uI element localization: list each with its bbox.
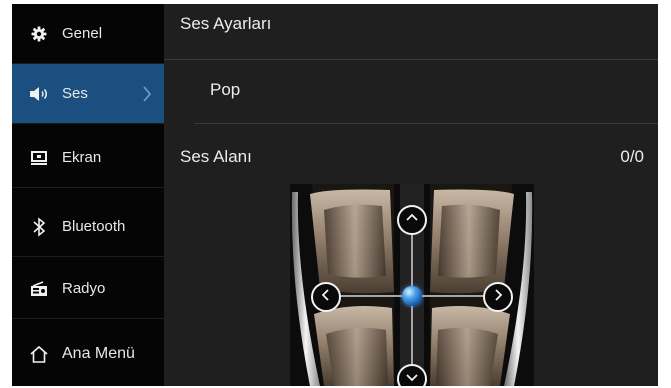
sidebar-item-label: Ana Menü	[62, 345, 135, 362]
sound-field-label: Ses Alanı	[180, 147, 252, 166]
sidebar-item-radyo[interactable]: Radyo	[12, 259, 164, 319]
sound-settings-panel: Ses Ayarları Pop Ses Alanı 0/0	[164, 4, 658, 386]
speaker-icon	[28, 83, 50, 105]
infotainment-screen: Genel Ses Ekran Bluetooth Radyo Ana Menü…	[12, 4, 658, 386]
sidebar-item-label: Ekran	[62, 149, 102, 166]
balance-fader-knob[interactable]	[402, 286, 422, 306]
sidebar-item-bluetooth[interactable]: Bluetooth	[12, 197, 164, 257]
chevron-down-icon	[405, 370, 419, 387]
sidebar-item-genel[interactable]: Genel	[12, 4, 164, 64]
equalizer-preset[interactable]: Pop	[210, 80, 240, 100]
sidebar-item-ses[interactable]: Ses	[12, 64, 164, 124]
sound-field-seat-map[interactable]	[290, 184, 534, 386]
divider	[164, 59, 658, 60]
balance-right-button[interactable]	[483, 282, 513, 312]
sidebar-item-label: Bluetooth	[62, 218, 126, 235]
divider	[194, 123, 658, 124]
sound-field-value: 0/0	[620, 147, 644, 166]
sidebar-item-label: Ses	[62, 85, 88, 102]
screen-icon	[28, 147, 50, 169]
chevron-right-icon	[491, 288, 505, 307]
home-icon	[28, 343, 50, 365]
radio-icon	[28, 278, 50, 300]
balance-up-button[interactable]	[397, 205, 427, 235]
balance-down-button[interactable]	[397, 364, 427, 386]
gear-icon	[28, 23, 50, 45]
balance-left-button[interactable]	[311, 282, 341, 312]
page-title: Ses Ayarları	[180, 14, 272, 33]
chevron-left-icon	[319, 288, 333, 307]
bluetooth-icon	[28, 216, 50, 238]
sidebar-item-ekran[interactable]: Ekran	[12, 128, 164, 188]
sidebar-item-label: Radyo	[62, 280, 106, 297]
sidebar-item-label: Genel	[62, 25, 103, 42]
settings-sidebar: Genel Ses Ekran Bluetooth Radyo Ana Menü	[12, 4, 164, 386]
chevron-right-icon	[140, 84, 154, 104]
sidebar-item-ana-menu[interactable]: Ana Menü	[12, 324, 164, 384]
chevron-up-icon	[405, 211, 419, 230]
